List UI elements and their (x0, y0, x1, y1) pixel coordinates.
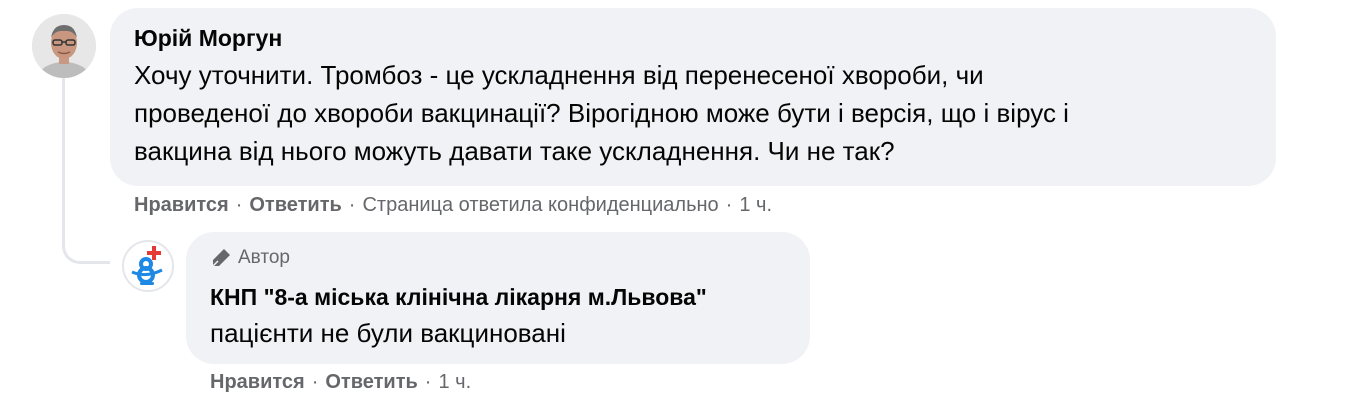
reply-button[interactable]: Ответить (249, 193, 341, 217)
hospital-logo-icon (131, 246, 163, 285)
private-reply-note[interactable]: Страница ответила конфиденциально (362, 193, 718, 217)
comment-bubble: Юрій Моргун Хочу уточнити. Тромбоз - це … (110, 8, 1276, 186)
page-avatar[interactable] (122, 240, 174, 292)
reply-actions: Нравится · Ответить · 1 ч. (210, 370, 471, 394)
like-button[interactable]: Нравится (210, 370, 305, 394)
comment-actions: Нравится · Ответить · Страница ответила … (134, 193, 772, 217)
comment-author[interactable]: Юрій Моргун (134, 24, 1252, 52)
reply-bubble: Автор КНП "8-а міська клінічна лікарня м… (186, 232, 810, 364)
reply-button[interactable]: Ответить (325, 370, 417, 394)
comment-thread: Юрій Моргун Хочу уточнити. Тромбоз - це … (0, 0, 1356, 402)
user-photo-icon (32, 14, 96, 78)
reply-author[interactable]: КНП "8-а міська клінічна лікарня м.Львов… (210, 282, 786, 312)
thread-connector-line (62, 78, 110, 264)
avatar[interactable] (32, 14, 96, 78)
separator-dot: · (424, 371, 432, 393)
comment-text: Хочу уточнити. Тромбоз - це ускладнення … (134, 60, 1069, 166)
separator-dot: · (725, 194, 733, 216)
timestamp[interactable]: 1 ч. (438, 370, 471, 394)
author-badge: Автор (210, 246, 786, 270)
separator-dot: · (311, 371, 319, 393)
separator-dot: · (235, 194, 243, 216)
like-button[interactable]: Нравится (134, 193, 229, 217)
author-badge-label: Автор (238, 247, 290, 268)
pen-icon (212, 249, 230, 267)
timestamp[interactable]: 1 ч. (739, 193, 772, 217)
reply-text: пацієнти не були вакциновані (210, 318, 566, 348)
separator-dot: · (348, 194, 356, 216)
